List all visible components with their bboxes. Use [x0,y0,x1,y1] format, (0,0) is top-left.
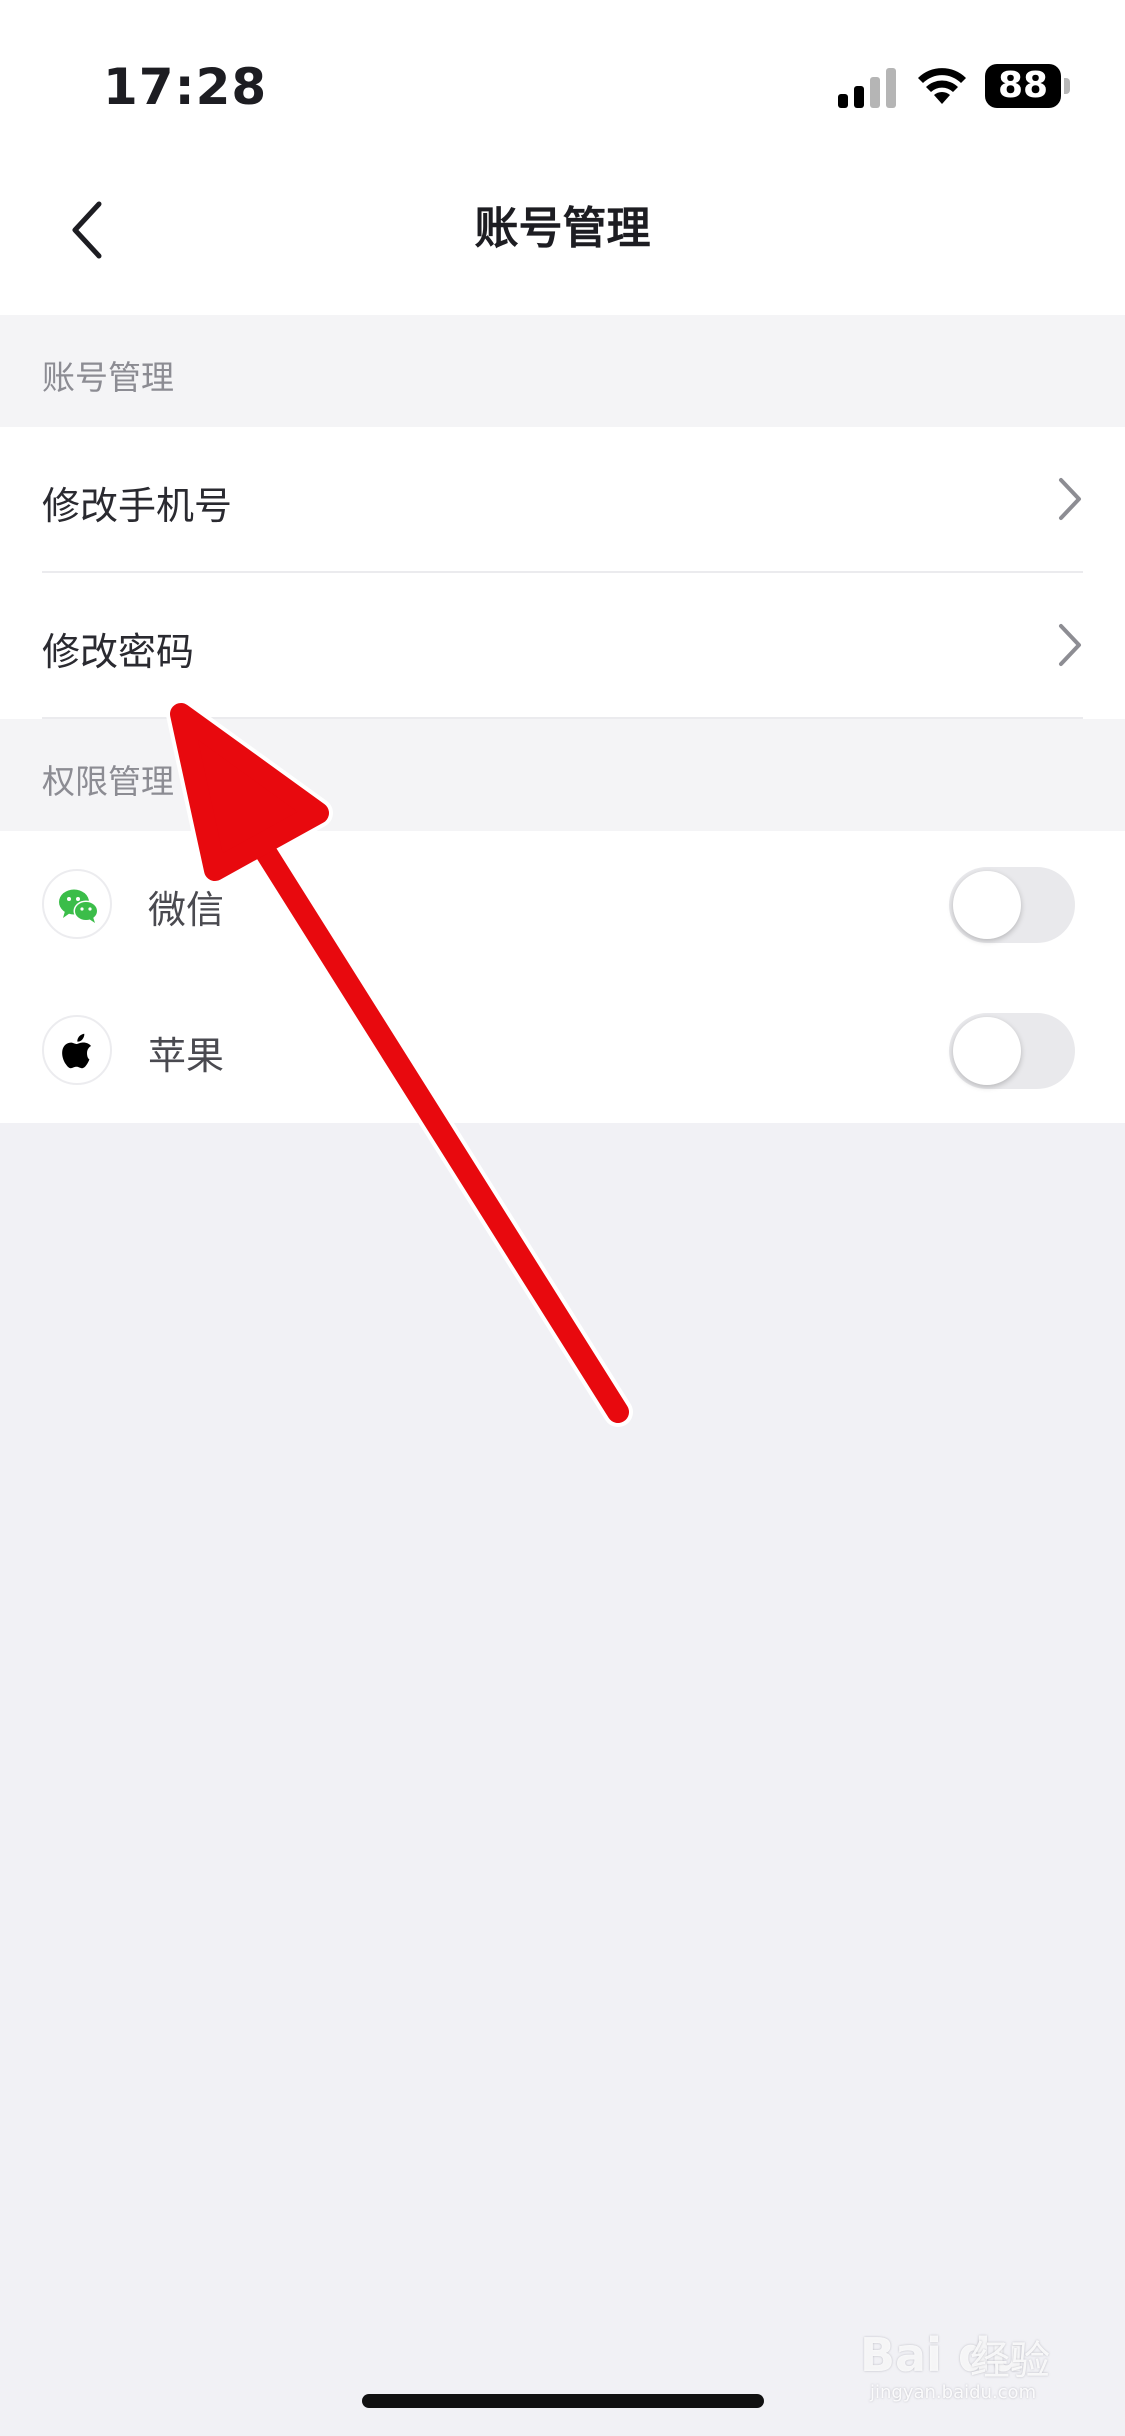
section-header-label: 账号管理 [42,358,174,397]
status-time: 17:28 [103,58,268,116]
account-settings-list: 修改手机号 修改密码 [0,427,1125,719]
list-item-label: 苹果 [148,1034,225,1078]
list-item-apple: 苹果 [0,977,1125,1123]
watermark-text: 经验 [970,2338,1050,2384]
wechat-toggle[interactable] [949,867,1075,943]
list-item-change-password[interactable]: 修改密码 [0,573,1125,719]
toggle-knob [953,1017,1021,1085]
wechat-icon [42,869,112,939]
section-header-account: 账号管理 [0,315,1125,427]
chevron-right-icon [1059,624,1081,666]
navigation-bar: 账号管理 [0,150,1125,315]
battery-icon: 88 [985,64,1073,110]
cellular-signal-icon [838,68,896,108]
page-title: 账号管理 [474,203,651,254]
home-indicator[interactable] [362,2394,764,2408]
permissions-list: 微信 苹果 [0,831,1125,1123]
toggle-knob [953,871,1021,939]
status-bar: 17:28 88 [0,0,1125,150]
apple-toggle[interactable] [949,1013,1075,1089]
wifi-icon [918,68,966,104]
section-header-permissions: 权限管理 [0,719,1125,831]
list-item-label: 修改密码 [42,630,195,674]
list-item-label: 修改手机号 [42,484,233,528]
apple-icon [42,1015,112,1085]
watermark-url: jingyan.baidu.com [870,2382,1037,2403]
list-item-label: 微信 [148,888,225,932]
battery-level: 88 [985,64,1061,108]
section-header-label: 权限管理 [42,762,174,801]
list-item-wechat: 微信 [0,831,1125,977]
chevron-right-icon [1059,478,1081,520]
watermark: Bai du 经验 jingyan.baidu.com [860,2320,1070,2403]
list-item-change-phone[interactable]: 修改手机号 [0,427,1125,573]
battery-cap [1064,78,1070,94]
